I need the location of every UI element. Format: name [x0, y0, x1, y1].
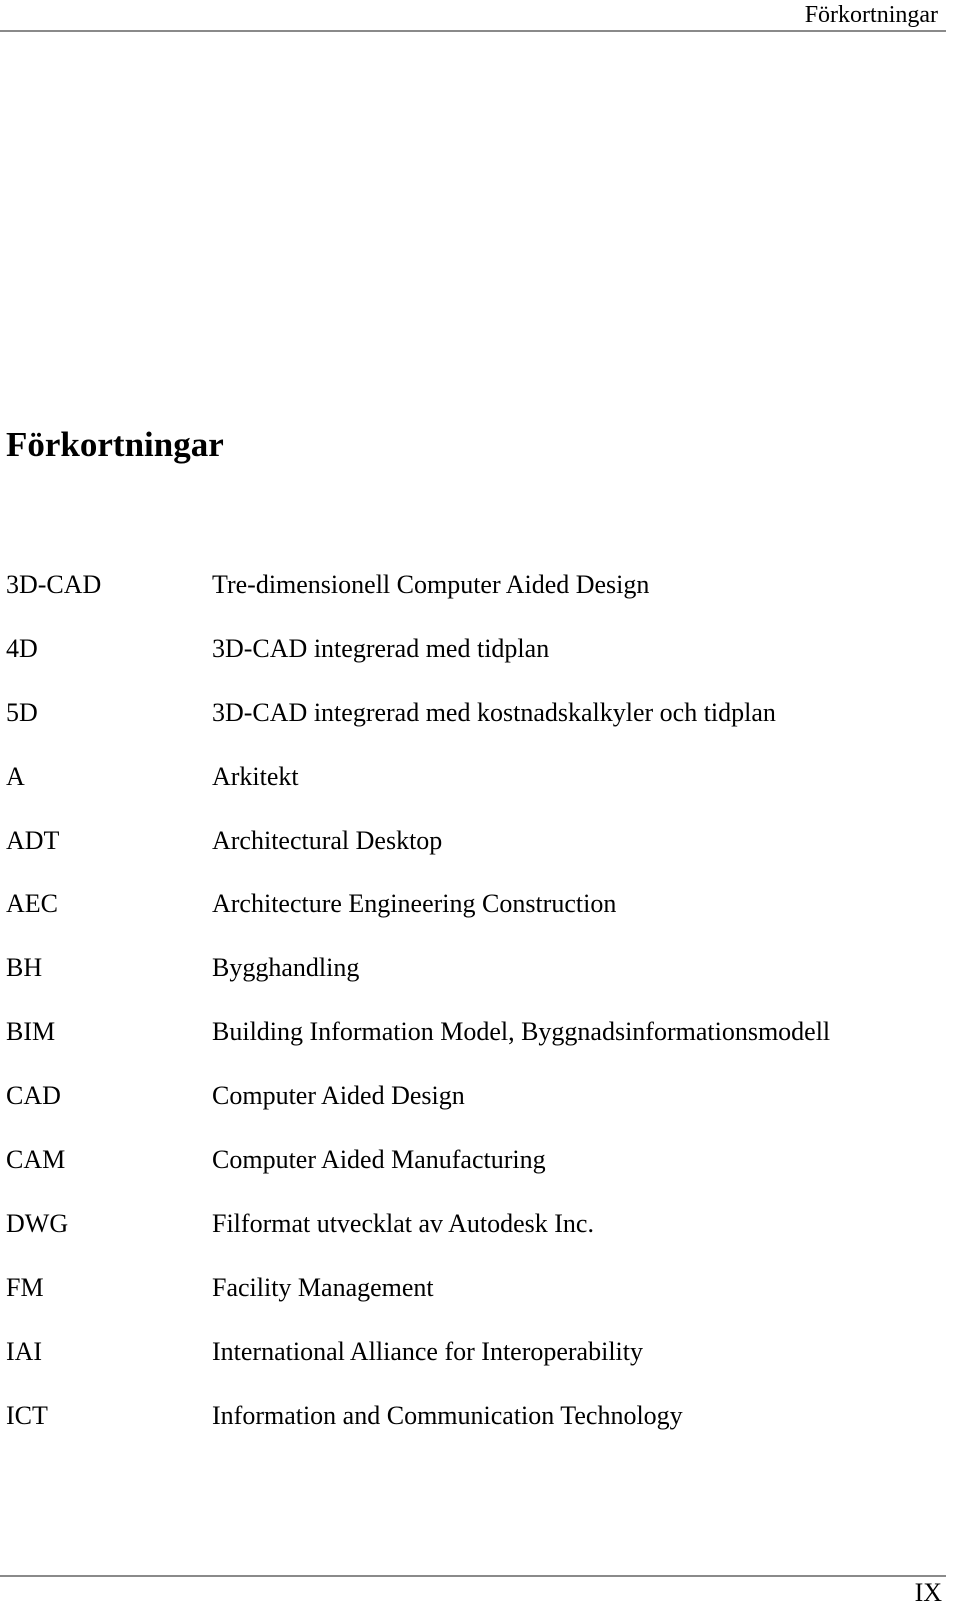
abbreviation-definition: International Alliance for Interoperabil…: [212, 1336, 643, 1366]
abbreviation-definition: Information and Communication Technology: [212, 1400, 683, 1430]
abbreviation-term: A: [6, 761, 25, 791]
abbreviation-row: 3D-CAD Tre-dimensionell Computer Aided De…: [6, 570, 946, 634]
abbreviation-definition: Filformat utvecklat av Autodesk Inc.: [212, 1208, 594, 1238]
abbreviation-row: BH Bygghandling: [6, 953, 946, 1017]
abbreviation-row: 5D 3D-CAD integrerad med kostnadskalkyler…: [6, 698, 946, 762]
footer-divider: [0, 1575, 946, 1577]
abbreviation-definition: Bygghandling: [212, 953, 360, 983]
abbreviation-row: CAD Computer Aided Design: [6, 1081, 946, 1145]
abbreviation-term: FM: [6, 1272, 44, 1302]
abbreviation-term: AEC: [6, 889, 58, 919]
abbreviation-row: FM Facility Management: [6, 1273, 946, 1337]
abbreviation-list: 3D-CAD Tre-dimensionell Computer Aided De…: [6, 570, 946, 1464]
page-title: Förkortningar: [6, 425, 224, 464]
abbreviation-row: CAM Computer Aided Manufacturing: [6, 1145, 946, 1209]
header-divider: [0, 30, 946, 32]
abbreviation-term: ICT: [6, 1400, 48, 1430]
abbreviation-definition: Arkitekt: [212, 761, 299, 791]
abbreviation-definition: Tre-dimensionell Computer Aided Design: [212, 570, 650, 599]
abbreviation-term: IAI: [6, 1336, 43, 1366]
abbreviation-row: BIM Building Information Model, Byggnadsi…: [6, 1017, 946, 1081]
running-header: Förkortningar: [804, 2, 938, 28]
abbreviation-definition: Computer Aided Design: [212, 1081, 465, 1111]
abbreviation-term: 5D: [6, 697, 38, 727]
abbreviation-row: AEC Architecture Engineering Construction: [6, 889, 946, 953]
page-number: IX: [914, 1578, 942, 1607]
abbreviation-definition: Facility Management: [212, 1272, 434, 1302]
abbreviation-term: ADT: [6, 825, 60, 855]
abbreviation-term: 3D-CAD: [6, 570, 102, 599]
abbreviation-term: BH: [6, 953, 43, 983]
abbreviation-term: 4D: [6, 633, 38, 663]
abbreviation-term: DWG: [6, 1208, 69, 1238]
abbreviation-definition: Computer Aided Manufacturing: [212, 1145, 546, 1175]
abbreviation-definition: Architectural Desktop: [212, 825, 443, 855]
abbreviation-term: CAM: [6, 1145, 66, 1175]
abbreviation-row: IAI International Alliance for Interopera…: [6, 1337, 946, 1401]
abbreviation-term: BIM: [6, 1017, 56, 1047]
abbreviation-row: A Arkitekt: [6, 762, 946, 826]
abbreviation-definition: 3D-CAD integrerad med kostnadskalkyler o…: [212, 697, 776, 727]
abbreviation-term: CAD: [6, 1081, 61, 1111]
abbreviation-definition: 3D-CAD integrerad med tidplan: [212, 633, 550, 663]
abbreviation-definition: Building Information Model, Byggnadsinfo…: [212, 1017, 831, 1047]
abbreviation-row: ICT Information and Communication Technol…: [6, 1401, 946, 1465]
abbreviation-definition: Architecture Engineering Construction: [212, 889, 617, 919]
abbreviation-row: 4D 3D-CAD integrerad med tidplan: [6, 634, 946, 698]
abbreviation-row: DWG Filformat utvecklat av Autodesk Inc.: [6, 1209, 946, 1273]
abbreviation-row: ADT Architectural Desktop: [6, 826, 946, 890]
